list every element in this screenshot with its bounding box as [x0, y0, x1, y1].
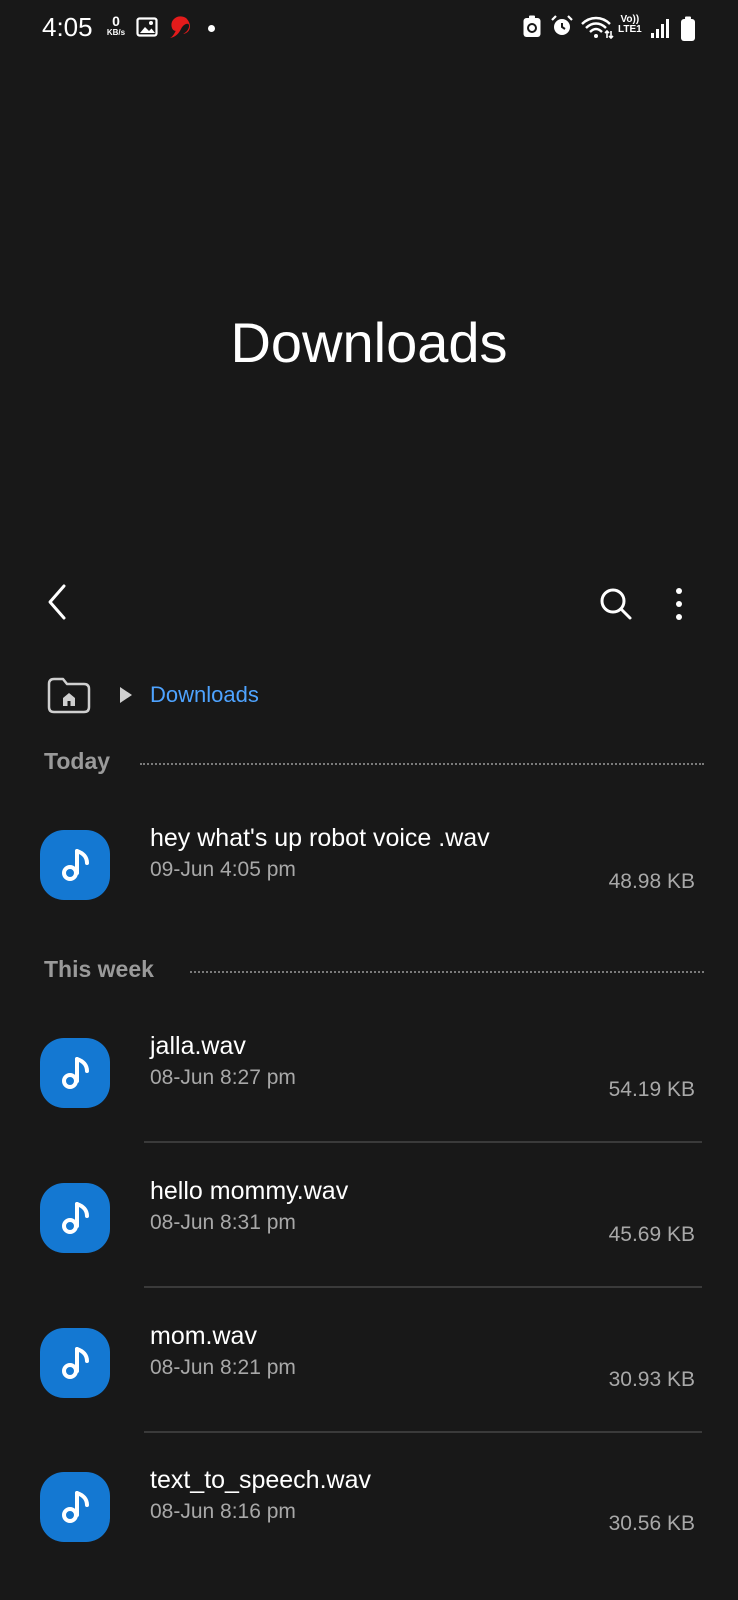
file-size: 30.93 KB	[608, 1368, 695, 1391]
list-item[interactable]: jalla.wav 08-Jun 8:27 pm 54.19 KB	[0, 1032, 738, 1158]
battery-saver-icon	[522, 15, 542, 44]
list-item[interactable]: hey what's up robot voice .wav 09-Jun 4:…	[0, 824, 738, 950]
network-speed-indicator: 0 KB/s	[104, 14, 128, 37]
breadcrumb-separator-icon	[118, 686, 134, 709]
music-note-icon	[40, 1328, 110, 1398]
network-speed-unit: KB/s	[106, 28, 126, 37]
list-divider	[144, 1141, 702, 1143]
file-name: hello mommy.wav	[150, 1177, 349, 1205]
file-name: mom.wav	[150, 1322, 257, 1350]
music-note-icon	[40, 1038, 110, 1108]
list-item[interactable]: hello mommy.wav 08-Jun 8:31 pm 45.69 KB	[0, 1177, 738, 1303]
back-button[interactable]	[36, 578, 76, 626]
section-label: This week	[44, 956, 154, 982]
file-size: 48.98 KB	[608, 870, 695, 893]
status-bar: 4:05 0 KB/s Vo)) LTE1	[0, 0, 738, 56]
alarm-icon	[550, 14, 574, 43]
section-divider	[190, 971, 704, 973]
signal-strength-icon	[650, 17, 670, 44]
file-name: text_to_speech.wav	[150, 1466, 371, 1494]
file-date: 08-Jun 8:31 pm	[150, 1211, 296, 1234]
file-date: 08-Jun 8:16 pm	[150, 1500, 296, 1523]
volte-bottom-label: LTE1	[618, 24, 642, 35]
page-title: Downloads	[230, 311, 508, 374]
list-divider	[144, 1286, 702, 1288]
home-folder-button[interactable]	[46, 676, 92, 719]
airtel-icon	[166, 14, 194, 45]
section-label: Today	[44, 748, 111, 774]
home-folder-icon	[46, 677, 92, 718]
music-note-icon	[40, 830, 110, 900]
more-vertical-icon	[664, 588, 694, 628]
file-size: 54.19 KB	[608, 1078, 695, 1101]
search-button[interactable]	[596, 584, 636, 624]
battery-icon	[680, 16, 696, 47]
list-item[interactable]: text_to_speech.wav 08-Jun 8:16 pm 30.56 …	[0, 1466, 738, 1592]
breadcrumb-current[interactable]: Downloads	[150, 682, 259, 708]
file-name: jalla.wav	[150, 1032, 246, 1060]
music-note-icon	[40, 1472, 110, 1542]
file-size: 30.56 KB	[608, 1512, 695, 1535]
more-options-button[interactable]	[664, 584, 694, 624]
network-speed-value: 0	[112, 13, 120, 29]
wifi-icon	[580, 15, 614, 44]
section-header-today: Today	[44, 748, 704, 778]
list-item[interactable]: mom.wav 08-Jun 8:21 pm 30.93 KB	[0, 1322, 738, 1448]
music-note-icon	[40, 1183, 110, 1253]
section-divider	[140, 763, 704, 765]
gallery-icon	[136, 16, 158, 43]
chevron-left-icon	[36, 584, 76, 630]
search-icon	[596, 588, 636, 628]
file-name: hey what's up robot voice .wav	[150, 824, 490, 852]
file-size: 45.69 KB	[608, 1223, 695, 1246]
file-date: 08-Jun 8:27 pm	[150, 1066, 296, 1089]
volte-indicator: Vo)) LTE1	[618, 15, 642, 35]
file-date: 09-Jun 4:05 pm	[150, 858, 296, 881]
list-divider	[144, 1431, 702, 1433]
file-date: 08-Jun 8:21 pm	[150, 1356, 296, 1379]
notification-dot-icon	[208, 25, 215, 32]
status-time: 4:05	[42, 12, 93, 42]
section-header-this-week: This week	[44, 956, 704, 986]
